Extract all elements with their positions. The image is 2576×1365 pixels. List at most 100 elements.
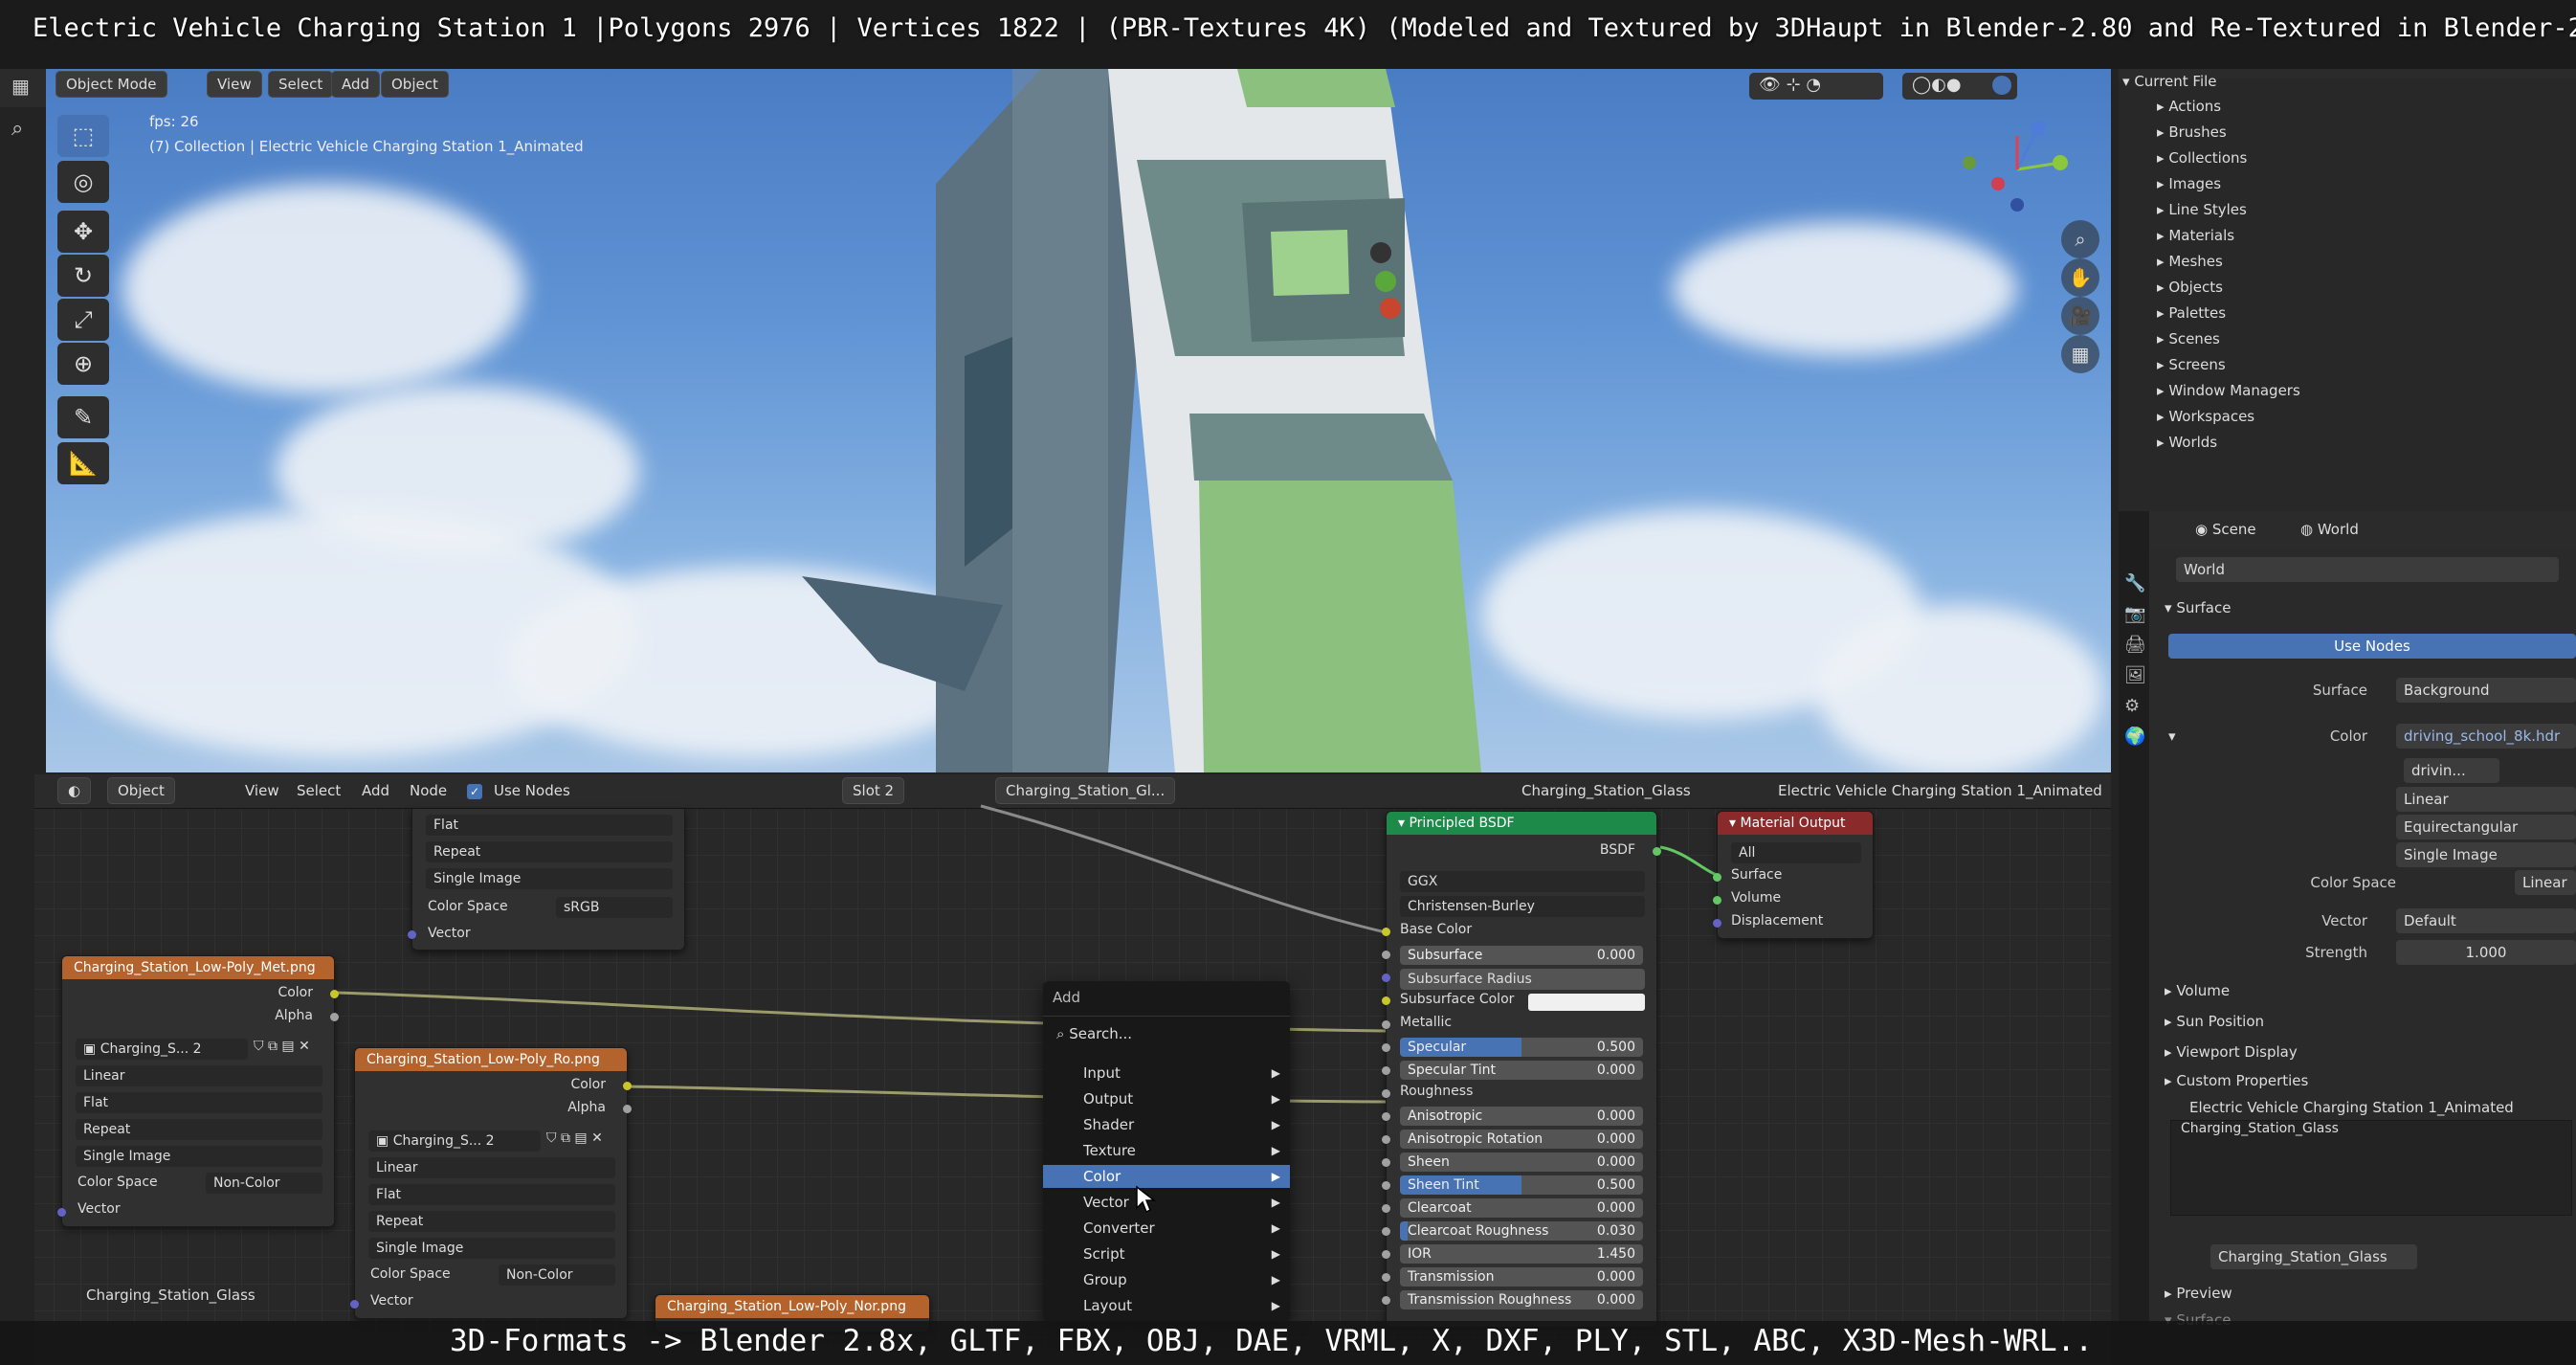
alpha-output-socket[interactable] xyxy=(330,1013,339,1021)
source-dropdown[interactable]: Single Image xyxy=(368,1238,615,1259)
repeat-dropdown[interactable]: Repeat xyxy=(426,841,673,862)
sheen-socket[interactable] xyxy=(1382,1158,1390,1167)
outliner-item-meshes[interactable]: ▸ Meshes xyxy=(2157,253,2223,270)
bsdf-output-socket[interactable] xyxy=(1653,847,1661,856)
menu-item-shader[interactable]: Shader ▶ xyxy=(1043,1113,1290,1136)
extension-dropdown[interactable]: Repeat xyxy=(76,1119,322,1140)
move-tool[interactable]: ✥ xyxy=(57,211,109,253)
color-output-socket[interactable] xyxy=(330,990,339,998)
volume-panel[interactable]: ▸ Volume xyxy=(2165,982,2230,999)
properties-tabs[interactable]: 🔧 📷 🖨 🖼 ⚙ 🌍 xyxy=(2119,511,2149,1101)
scene-selector[interactable]: ◉ Scene xyxy=(2195,521,2256,538)
transmission-roughness-socket[interactable] xyxy=(1382,1296,1390,1305)
volume-socket[interactable] xyxy=(1713,896,1721,905)
viewport-menu-view[interactable]: View xyxy=(207,71,262,98)
vector-value[interactable]: Default xyxy=(2396,908,2576,933)
menu-item-input[interactable]: Input ▶ xyxy=(1043,1062,1290,1085)
surface-panel-header[interactable]: ▾ Surface xyxy=(2165,599,2231,616)
clearcoat-roughness-socket[interactable] xyxy=(1382,1227,1390,1236)
colorspace-dropdown[interactable]: Non-Color xyxy=(206,1173,322,1194)
subsurface-method-dropdown[interactable]: Christensen-Burley xyxy=(1400,896,1645,917)
projection-dropdown[interactable]: Flat xyxy=(368,1184,615,1205)
interpolation-dropdown[interactable]: Linear xyxy=(76,1065,322,1086)
outliner-item-line-styles[interactable]: ▸ Line Styles xyxy=(2157,201,2247,218)
transmission-slider[interactable]: Transmission 0.000 xyxy=(1400,1267,1643,1287)
image-selector[interactable]: ▣ Charging_S... 2 xyxy=(76,1039,248,1060)
color-expand[interactable]: ▾ xyxy=(2168,727,2176,745)
vector-socket[interactable] xyxy=(408,930,416,939)
viewport-menu-add[interactable]: Add xyxy=(331,71,381,98)
sheen-tint-slider[interactable]: Sheen Tint 0.500 xyxy=(1400,1175,1643,1195)
menu-item-group[interactable]: Group ▶ xyxy=(1043,1268,1290,1291)
roughness-socket[interactable] xyxy=(1382,1089,1390,1098)
clearcoat-socket[interactable] xyxy=(1382,1204,1390,1213)
viewport-menu-select[interactable]: Select xyxy=(268,71,334,98)
surface-socket[interactable] xyxy=(1713,873,1721,882)
anisotropic-rotation-slider[interactable]: Anisotropic Rotation 0.000 xyxy=(1400,1130,1643,1149)
source-dropdown[interactable]: Single Image xyxy=(426,868,673,889)
clearcoat-slider[interactable]: Clearcoat 0.000 xyxy=(1400,1198,1643,1218)
image-actions-icons[interactable]: ⛉ ⧉ ▤ ✕ xyxy=(546,1130,603,1146)
subsurface-radius-dropdown[interactable]: Subsurface Radius xyxy=(1400,969,1645,990)
outliner-item-scenes[interactable]: ▸ Scenes xyxy=(2157,330,2220,347)
viewport-display-panel[interactable]: ▸ Viewport Display xyxy=(2165,1043,2298,1061)
cursor-tool[interactable]: ◎ xyxy=(57,161,109,203)
outliner-item-objects[interactable]: ▸ Objects xyxy=(2157,279,2223,296)
strength-value[interactable]: 1.000 xyxy=(2396,940,2576,965)
texture-node-met[interactable]: Charging_Station_Low-Poly_Met.png Color … xyxy=(57,955,339,1227)
distribution-dropdown[interactable]: GGX xyxy=(1400,871,1645,892)
outliner-item-window-managers[interactable]: ▸ Window Managers xyxy=(2157,382,2300,399)
color-value[interactable]: driving_school_8k.hdr xyxy=(2396,724,2576,749)
outliner-item-collections[interactable]: ▸ Collections xyxy=(2157,149,2247,167)
subsurface-slider[interactable]: Subsurface 0.000 xyxy=(1400,946,1643,965)
shading-buttons[interactable]: ◯◐● xyxy=(1902,73,2017,100)
outliner-item-brushes[interactable]: ▸ Brushes xyxy=(2157,123,2227,141)
add-menu-search[interactable]: ⌕ Search... xyxy=(1056,1025,1132,1042)
overlay-buttons[interactable]: 👁 ⊹ ◔ xyxy=(1749,73,1883,100)
outliner-item-worlds[interactable]: ▸ Worlds xyxy=(2157,434,2217,451)
search-icon[interactable]: ⌕ xyxy=(11,117,23,141)
vector-socket[interactable] xyxy=(350,1300,359,1309)
colorspace-dropdown[interactable]: sRGB xyxy=(556,897,673,918)
rotate-tool[interactable]: ↻ xyxy=(57,255,109,297)
preview-panel[interactable]: ▸ Preview xyxy=(2165,1285,2232,1302)
specular-socket[interactable] xyxy=(1382,1043,1390,1052)
projection-dropdown[interactable]: Flat xyxy=(76,1092,322,1113)
material-slot-item[interactable]: Charging_Station_Glass xyxy=(2181,1121,2339,1136)
image-name-field[interactable]: drivin... xyxy=(2404,758,2499,783)
outliner-item-materials[interactable]: ▸ Materials xyxy=(2157,227,2234,244)
sun-position-panel[interactable]: ▸ Sun Position xyxy=(2165,1013,2264,1030)
clearcoat-roughness-slider[interactable]: Clearcoat Roughness 0.030 xyxy=(1400,1221,1643,1241)
surface-value[interactable]: Background xyxy=(2396,678,2576,703)
subsurface-color-swatch[interactable] xyxy=(1528,994,1645,1011)
outliner-item-images[interactable]: ▸ Images xyxy=(2157,175,2221,192)
specular-tint-slider[interactable]: Specular Tint 0.000 xyxy=(1400,1061,1643,1080)
color-output-socket[interactable] xyxy=(623,1082,632,1090)
transform-tool[interactable]: ⊕ xyxy=(57,343,109,385)
menu-item-script[interactable]: Script ▶ xyxy=(1043,1242,1290,1265)
colorspace-dropdown[interactable]: Non-Color xyxy=(499,1264,615,1286)
camera-icon[interactable]: 🎥 xyxy=(2061,297,2099,335)
menu-item-texture[interactable]: Texture ▶ xyxy=(1043,1139,1290,1162)
material-name-field[interactable]: Charging_Station_Glass xyxy=(2210,1244,2417,1269)
menu-item-layout[interactable]: Layout ▶ xyxy=(1043,1294,1290,1317)
sheen-slider[interactable]: Sheen 0.000 xyxy=(1400,1152,1643,1172)
menu-item-color[interactable]: Color ▶ xyxy=(1043,1165,1290,1188)
measure-tool[interactable]: 📐 xyxy=(57,442,109,484)
texture-node-top[interactable]: Flat Repeat Single Image Color Space sRG… xyxy=(408,809,685,951)
base-color-socket[interactable] xyxy=(1382,928,1390,936)
interpolation-dropdown[interactable]: Linear xyxy=(368,1157,615,1178)
menu-item-converter[interactable]: Converter ▶ xyxy=(1043,1217,1290,1240)
metallic-socket[interactable] xyxy=(1382,1020,1390,1029)
interpolation-dropdown[interactable]: Linear xyxy=(2396,787,2576,812)
outliner-item-workspaces[interactable]: ▸ Workspaces xyxy=(2157,408,2254,425)
ior-field[interactable]: IOR 1.450 xyxy=(1400,1244,1643,1264)
displacement-socket[interactable] xyxy=(1713,919,1721,928)
outliner-item-screens[interactable]: ▸ Screens xyxy=(2157,356,2226,373)
subsurface-radius-socket[interactable] xyxy=(1382,973,1390,982)
transmission-roughness-slider[interactable]: Transmission Roughness 0.000 xyxy=(1400,1290,1643,1309)
projection-dropdown[interactable]: Equirectangular xyxy=(2396,815,2576,839)
sheen-tint-socket[interactable] xyxy=(1382,1181,1390,1190)
alpha-output-socket[interactable] xyxy=(623,1105,632,1113)
material-output-node[interactable]: ▾ Material Output All Surface Volume Dis… xyxy=(1713,811,1874,939)
